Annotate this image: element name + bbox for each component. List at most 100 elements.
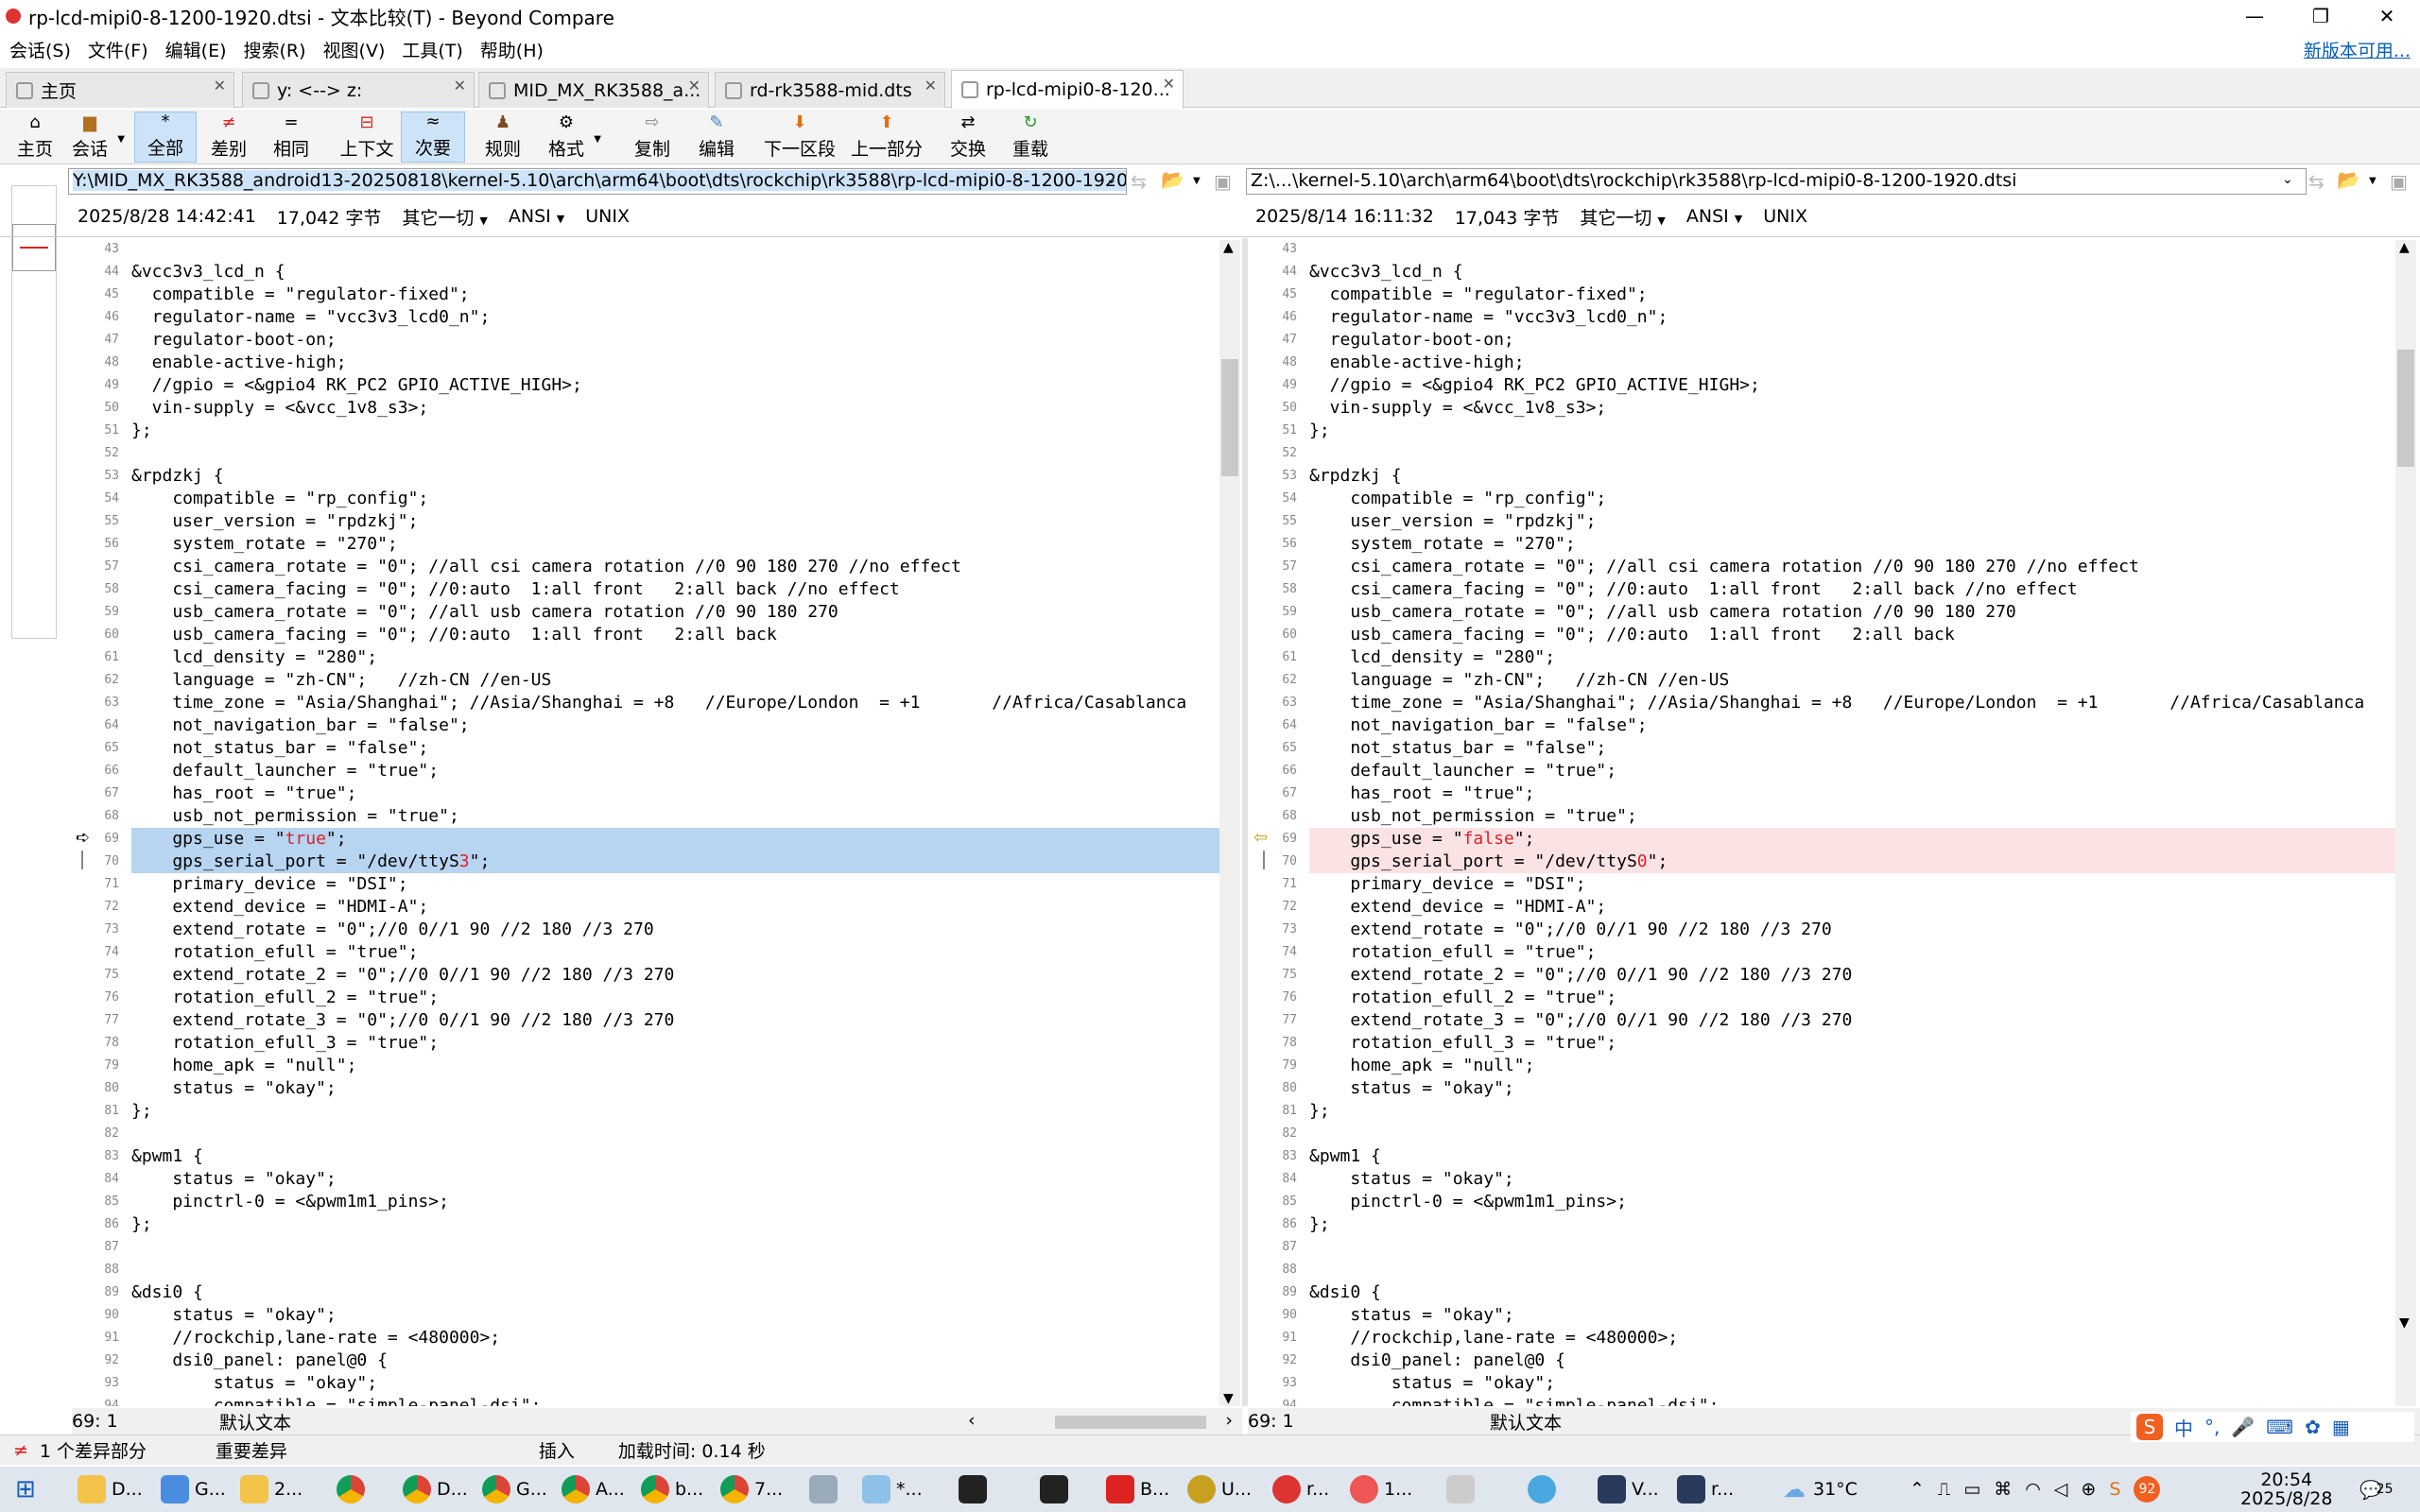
code-line[interactable]: 72 extend_device = "HDMI-A"; (79, 896, 1219, 919)
format-button[interactable]: ⚙ 格式 ▼ (543, 112, 601, 163)
right-other-dropdown[interactable]: 其它一切 ▼ (1580, 204, 1666, 230)
left-encoding-dropdown[interactable]: ANSI ▼ (509, 206, 564, 227)
code-line[interactable]: 77 extend_rotate_3 = "0";//0 0//1 90 //2… (79, 1009, 1219, 1032)
code-line[interactable]: 60 usb_camera_facing = "0"; //0:auto 1:a… (1257, 624, 2395, 646)
start-button[interactable]: ⊞ (15, 1470, 36, 1508)
code-line[interactable]: 79 home_apk = "null"; (1257, 1055, 2395, 1077)
new-version-link[interactable]: 新版本可用... (2304, 37, 2411, 62)
code-line[interactable]: 51}; (1257, 420, 2395, 442)
scroll-up-icon[interactable]: ▲ (2399, 240, 2410, 255)
code-line[interactable]: 84 status = "okay"; (79, 1168, 1219, 1191)
code-line[interactable]: 43 (79, 238, 1219, 261)
tab-rd-rk3588[interactable]: rd-rk3588-mid.dts ✕ (715, 72, 945, 108)
taskbar-item[interactable]: D... (403, 1470, 468, 1508)
ime-mode[interactable]: 中 (2174, 1414, 2193, 1441)
taskbar-item[interactable]: D... (78, 1470, 143, 1508)
close-icon[interactable]: ✕ (688, 77, 700, 94)
menu-search[interactable]: 搜索(R) (236, 37, 314, 62)
code-line[interactable]: 66 default_launcher = "true"; (79, 760, 1219, 782)
code-line[interactable]: 80 status = "okay"; (1257, 1077, 2395, 1100)
code-line[interactable]: 48 enable-active-high; (1257, 352, 2395, 374)
code-line[interactable]: 45 compatible = "regulator-fixed"; (79, 284, 1219, 306)
close-icon[interactable]: ✕ (1163, 75, 1175, 93)
scroll-left-icon[interactable]: ‹ (968, 1410, 976, 1431)
taskbar-item[interactable]: G... (482, 1470, 547, 1508)
home-button[interactable]: ⌂ 主页 (13, 112, 57, 163)
code-line[interactable]: 52 (1257, 442, 2395, 465)
code-line[interactable]: 65 not_status_bar = "false"; (1257, 737, 2395, 760)
skin-icon[interactable]: ✿ (2305, 1416, 2321, 1438)
pane-divider[interactable] (1242, 238, 1248, 1406)
code-line[interactable]: 58 csi_camera_facing = "0"; //0:auto 1:a… (79, 578, 1219, 601)
close-button[interactable]: ✕ (2354, 0, 2420, 32)
close-icon[interactable]: ✕ (214, 77, 226, 94)
taskbar-item[interactable]: r... (1272, 1470, 1329, 1508)
taskbar-item[interactable] (1040, 1470, 1074, 1508)
code-line[interactable]: 94 compatible = "simple-panel-dsi"; (79, 1395, 1219, 1406)
save-icon[interactable]: ▣ (2390, 170, 2408, 193)
taskbar-item[interactable]: B... (1106, 1470, 1169, 1508)
code-line[interactable]: 62 language = "zh-CN"; //zh-CN //en-US (1257, 669, 2395, 692)
network-icon[interactable]: ⌘ (1994, 1479, 2012, 1500)
close-icon[interactable]: ✕ (925, 77, 937, 94)
taskbar-item[interactable]: b... (641, 1470, 703, 1508)
code-line[interactable]: 81}; (79, 1100, 1219, 1123)
left-horizontal-scrollbar[interactable]: ‹ › (960, 1410, 1240, 1433)
code-line[interactable]: 69 gps_use = "false"; (1257, 828, 2395, 850)
prev-section-button[interactable]: ⬆ 上一部分 (847, 112, 926, 163)
code-line[interactable]: 53 &rpdzkj { (1257, 465, 2395, 488)
code-line[interactable]: 51}; (79, 420, 1219, 442)
code-line[interactable]: 67 has_root = "true"; (1257, 782, 2395, 805)
left-other-dropdown[interactable]: 其它一切 ▼ (402, 204, 488, 230)
code-line[interactable]: 89 &dsi0 { (1257, 1281, 2395, 1304)
dropdown-icon[interactable]: ⌄ (2282, 172, 2293, 187)
reload-button[interactable]: ↻ 重载 (1008, 112, 1053, 163)
open-folder-icon[interactable]: 📂 (1161, 168, 1184, 191)
minor-button[interactable]: ≈ 次要 (401, 112, 465, 163)
edit-button[interactable]: ✎ 编辑 (694, 112, 739, 163)
show-diffs-button[interactable]: ≠ 差别 (206, 112, 251, 163)
code-line[interactable]: 49 //gpio = <&gpio4 RK_PC2 GPIO_ACTIVE_H… (79, 374, 1219, 397)
taskbar-item[interactable]: G... (161, 1470, 226, 1508)
copy-button[interactable]: ⇨ 复制 (630, 112, 675, 163)
taskbar-item[interactable]: V... (1598, 1470, 1659, 1508)
code-line[interactable]: 54 compatible = "rp_config"; (1257, 488, 2395, 510)
code-line[interactable]: 93 status = "okay"; (1257, 1372, 2395, 1395)
code-line[interactable]: 87 (1257, 1236, 2395, 1259)
code-line[interactable]: 60 usb_camera_facing = "0"; //0:auto 1:a… (79, 624, 1219, 646)
tab-home[interactable]: 主页 ✕ (6, 72, 234, 108)
code-line[interactable]: 47 regulator-boot-on; (79, 329, 1219, 352)
code-line[interactable]: 76 rotation_efull_2 = "true"; (1257, 987, 2395, 1009)
code-line[interactable]: 93 status = "okay"; (79, 1372, 1219, 1395)
code-line[interactable]: 82 (79, 1123, 1219, 1145)
taskbar-item[interactable] (959, 1470, 993, 1508)
code-line[interactable]: 81}; (1257, 1100, 2395, 1123)
left-editor[interactable]: 43 44 &vcc3v3_lcd_n {45 compatible = "regu… (79, 238, 1219, 1406)
scroll-down-icon[interactable]: ▼ (2399, 1315, 2410, 1331)
code-line[interactable]: 90 status = "okay"; (79, 1304, 1219, 1327)
code-line[interactable]: 46 regulator-name = "vcc3v3_lcd0_n"; (1257, 306, 2395, 329)
code-line[interactable]: 64 not_navigation_bar = "false"; (79, 714, 1219, 737)
notification-button[interactable]: 💬 25 (2360, 1470, 2394, 1508)
menu-help[interactable]: 帮助(H) (473, 37, 551, 62)
right-vertical-scrollbar[interactable]: ▲ ▼ (2395, 240, 2416, 1406)
tab-rp-lcd[interactable]: rp-lcd-mipi0-8-120... ✕ (951, 70, 1184, 109)
code-line[interactable]: 70 gps_serial_port = "/dev/ttyS3"; (79, 850, 1219, 873)
swap-file-icon[interactable]: ⇆ (1131, 170, 1147, 193)
code-line[interactable]: 48 enable-active-high; (79, 352, 1219, 374)
scroll-thumb[interactable] (1221, 359, 1238, 476)
code-line[interactable]: 91 //rockchip,lane-rate = <480000>; (1257, 1327, 2395, 1349)
code-line[interactable]: 79 home_apk = "null"; (79, 1055, 1219, 1077)
taskbar-item[interactable]: 1... (1350, 1470, 1412, 1508)
sogou-icon[interactable]: S (2136, 1414, 2163, 1440)
maximize-button[interactable]: ❐ (2288, 0, 2354, 32)
show-same-button[interactable]: = 相同 (268, 112, 314, 163)
wifi-icon[interactable]: ◠ (2025, 1479, 2041, 1500)
code-line[interactable]: 64 not_navigation_bar = "false"; (1257, 714, 2395, 737)
session-button[interactable]: ▆ 会话 ▼ (66, 112, 125, 163)
code-line[interactable]: 87 (79, 1236, 1219, 1259)
code-line[interactable]: 50 vin-supply = <&vcc_1v8_s3>; (79, 397, 1219, 420)
code-line[interactable]: 84 status = "okay"; (1257, 1168, 2395, 1191)
code-line[interactable]: 92 dsi0_panel: panel@0 { (1257, 1349, 2395, 1372)
code-line[interactable]: 94 compatible = "simple-panel-dsi"; (1257, 1395, 2395, 1406)
